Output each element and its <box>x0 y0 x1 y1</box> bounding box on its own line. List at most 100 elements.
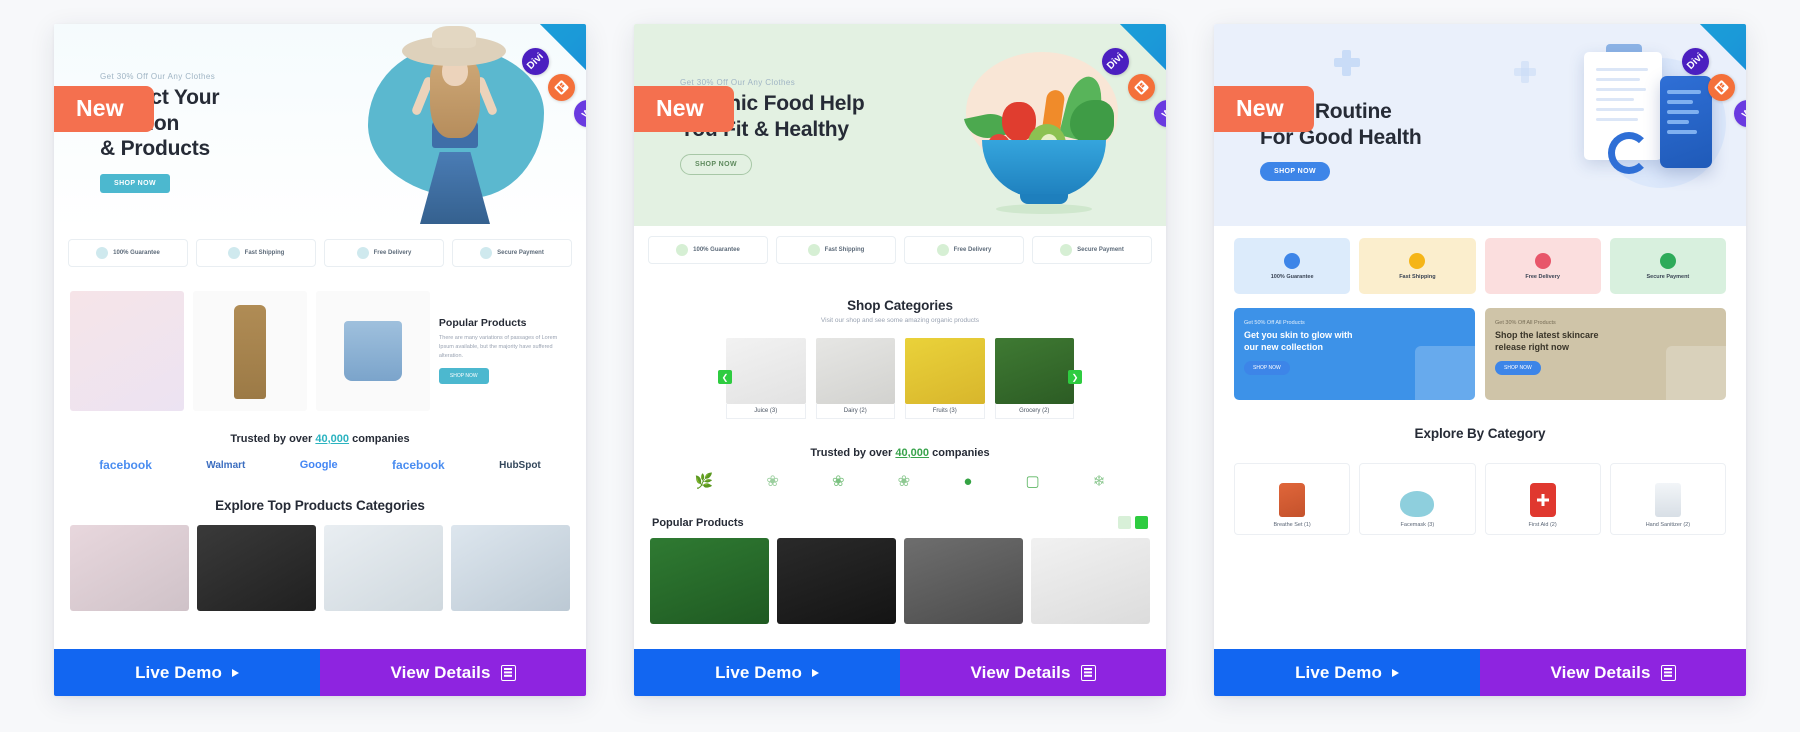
product-tile[interactable] <box>777 538 896 624</box>
view-details-button[interactable]: View Details <box>900 649 1166 696</box>
view-details-label: View Details <box>390 662 491 682</box>
feature-bar: 100% Guarantee Fast Shipping Free Delive… <box>634 226 1166 274</box>
promo-eyebrow: Get 50% Off All Products <box>1244 320 1305 326</box>
theme-card-pharmacy[interactable]: New Divi W Daily Routine For Good Health… <box>1214 24 1746 696</box>
category-tile[interactable] <box>324 525 443 611</box>
live-demo-button[interactable]: Live Demo <box>634 649 900 696</box>
feature-cards: 100% Guarantee Fast Shipping Free Delive… <box>1214 226 1746 294</box>
view-details-label: View Details <box>970 662 1071 682</box>
hero-eyebrow: Get 30% Off Our Any Clothes <box>100 72 216 81</box>
feature-item: Secure Payment <box>452 239 572 267</box>
category-tile[interactable]: Breathe Set (1) <box>1234 463 1351 535</box>
category-tile[interactable]: Juice (3) <box>726 338 806 419</box>
feature-card: Fast Shipping <box>1359 238 1476 294</box>
feature-card: 100% Guarantee <box>1234 238 1351 294</box>
brand-logo-crown-leaf: ❀ <box>897 473 911 490</box>
theme-card-organic-food[interactable]: New Divi W Get 30% Off Our Any Clothes O… <box>634 24 1166 696</box>
trusted-section: Trusted by over 40,000 companies faceboo… <box>54 433 586 472</box>
hero-shop-button[interactable]: SHOP NOW <box>680 154 752 176</box>
brand-logo-badge-leaf: ▢ <box>1025 473 1040 490</box>
category-tile[interactable] <box>197 525 316 611</box>
wp-badge-icon: W <box>1728 94 1746 133</box>
breathe-set-icon <box>1279 483 1306 517</box>
popular-products-title: Popular Products <box>438 317 527 329</box>
promo-button[interactable]: SHOP NOW <box>1495 361 1541 376</box>
live-demo-button[interactable]: Live Demo <box>54 649 320 696</box>
category-tile[interactable]: Dairy (2) <box>815 338 895 419</box>
first-aid-icon <box>1529 483 1556 517</box>
builder-ribbon: Divi W <box>1596 24 1746 174</box>
brand-logo-walmart: Walmart <box>206 459 246 471</box>
popular-shop-button[interactable]: SHOP NOW <box>438 368 489 385</box>
hero-shop-button[interactable]: SHOP NOW <box>100 173 170 193</box>
product-image[interactable] <box>315 291 430 411</box>
category-tile[interactable] <box>451 525 570 611</box>
feature-item: Free Delivery <box>904 236 1024 264</box>
carousel-prev-button[interactable]: ❮ <box>718 370 732 384</box>
product-image[interactable] <box>70 291 184 411</box>
popular-products-body: There are many variations of passages of… <box>438 335 558 359</box>
category-tile[interactable]: First Aid (2) <box>1484 463 1601 535</box>
theme-card-fashion[interactable]: New Divi W Get 30% Off Our Any Clothes C… <box>54 24 586 696</box>
view-details-button[interactable]: View Details <box>1480 649 1746 696</box>
promo-button[interactable]: SHOP NOW <box>1244 361 1290 376</box>
feature-card: Free Delivery <box>1484 238 1601 294</box>
live-demo-label: Live Demo <box>1295 662 1382 682</box>
carousel-next-button[interactable]: ❯ <box>1068 370 1082 384</box>
carousel-next-button[interactable] <box>1135 516 1148 529</box>
builder-ribbon: Divi W <box>1016 24 1166 174</box>
category-tile[interactable]: Fruits (3) <box>905 338 985 419</box>
brand-logo-hubspot: HubSpot <box>499 459 541 471</box>
promo-eyebrow: Get 30% Off All Products <box>1495 320 1556 326</box>
category-tile[interactable]: Grocery (2) <box>994 338 1074 419</box>
product-tile[interactable] <box>904 538 1023 624</box>
list-icon <box>1660 664 1676 681</box>
hero-shop-button[interactable]: SHOP NOW <box>1260 162 1330 182</box>
facemask-icon <box>1400 491 1435 517</box>
popular-products-section: Popular Products There are many variatio… <box>54 277 586 411</box>
brand-logo-leaf: 🌿 <box>694 473 714 490</box>
feature-bar: 100% Guarantee Fast Shipping Free Delive… <box>54 229 586 277</box>
brand-logo-lotus: ❀ <box>766 473 779 490</box>
feature-item: Free Delivery <box>324 239 444 267</box>
arrow-right-icon <box>1391 668 1399 677</box>
shop-categories-section: Shop Categories Visit our shop and see s… <box>634 298 1166 419</box>
carousel-prev-button[interactable] <box>1118 516 1131 529</box>
shop-categories-subtitle: Visit our shop and see some amazing orga… <box>820 317 980 324</box>
divi-badge-icon: Divi <box>1676 42 1715 81</box>
shopping-cart-image <box>1415 346 1475 400</box>
product-tile[interactable] <box>1031 538 1150 624</box>
trusted-heading: Trusted by over 40,000 companies <box>810 447 990 459</box>
promo-banner[interactable]: Get 30% Off All Products Shop the latest… <box>1485 308 1726 400</box>
promo-banners: Get 50% Off All Products Get you skin to… <box>1214 294 1746 400</box>
promo-banner[interactable]: Get 50% Off All Products Get you skin to… <box>1234 308 1475 400</box>
brand-logo-facebook-2: facebook <box>392 458 445 472</box>
popular-products-header: Popular Products <box>634 516 1166 529</box>
card-actions: Live Demo View Details <box>634 649 1166 696</box>
shop-categories-title: Shop Categories <box>847 298 953 313</box>
elementor-badge-icon <box>542 68 581 107</box>
category-tile[interactable]: Hand Sanitizer (2) <box>1609 463 1726 535</box>
feature-item: Secure Payment <box>1032 236 1152 264</box>
theme-preview: New Divi W <box>634 24 1166 649</box>
arrow-right-icon <box>811 668 819 677</box>
list-icon <box>500 664 516 681</box>
brand-logo-circle-leaf: ● <box>963 472 973 490</box>
divi-badge-icon: Divi <box>1096 42 1135 81</box>
explore-section: Explore By Category Breathe Set (1) Face… <box>1214 426 1746 535</box>
category-tile[interactable]: Facemask (3) <box>1359 463 1476 535</box>
shopping-cart-image <box>1666 346 1726 400</box>
live-demo-button[interactable]: Live Demo <box>1214 649 1480 696</box>
feature-item: 100% Guarantee <box>648 236 768 264</box>
card-actions: Live Demo View Details <box>1214 649 1746 696</box>
new-badge: New <box>1214 86 1314 133</box>
brand-logo-facebook: facebook <box>99 458 152 472</box>
product-image[interactable] <box>192 291 307 411</box>
new-badge: New <box>634 86 734 133</box>
explore-title: Explore By Category <box>1414 426 1546 441</box>
elementor-badge-icon <box>1702 68 1741 107</box>
category-tile[interactable] <box>70 525 189 611</box>
brand-logos: facebook Walmart Google facebook HubSpot <box>54 458 586 472</box>
view-details-button[interactable]: View Details <box>320 649 586 696</box>
product-tile[interactable] <box>650 538 769 624</box>
